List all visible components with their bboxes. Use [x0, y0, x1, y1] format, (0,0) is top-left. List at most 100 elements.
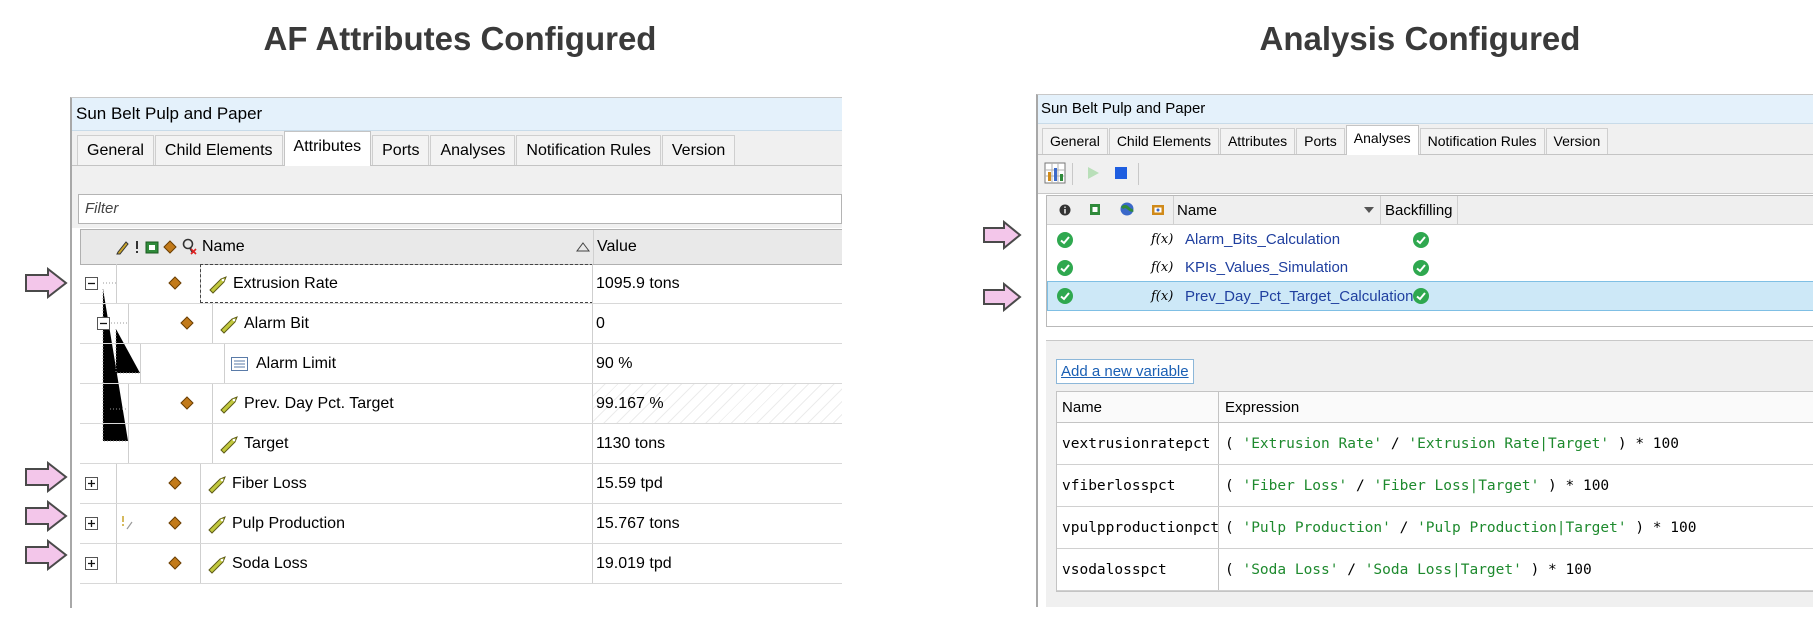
search-remove-icon — [182, 238, 197, 255]
start-button[interactable] — [1082, 162, 1104, 184]
variable-row[interactable]: vfiberlosspct ( 'Fiber Loss' / 'Fiber Lo… — [1057, 465, 1813, 507]
variable-row[interactable]: vpulpproductionpct ( 'Pulp Production' /… — [1057, 507, 1813, 549]
tab-analyses[interactable]: Analyses — [1345, 125, 1419, 155]
template-icon — [1152, 205, 1164, 215]
variables-table: Name Expression vextrusionratepct ( 'Ext… — [1056, 391, 1813, 592]
add-variable-link[interactable]: Add a new variable — [1056, 359, 1194, 384]
variable-name[interactable]: vfiberlosspct — [1062, 465, 1176, 506]
analysis-row[interactable]: f(x) KPIs_Values_Simulation — [1047, 253, 1813, 281]
var-name-header: Name — [1062, 398, 1103, 416]
attribute-row-soda-loss[interactable]: Soda Loss 19.019 tpd — [80, 544, 842, 584]
check-circle-icon — [1057, 288, 1073, 304]
fx-icon: f(x) — [1151, 231, 1174, 247]
attribute-name-cell[interactable]: Target — [212, 424, 288, 463]
variable-expression[interactable]: ( 'Pulp Production' / 'Pulp Production|T… — [1225, 507, 1696, 548]
attribute-name: Alarm Bit — [244, 314, 309, 332]
attribute-name: Target — [244, 434, 289, 452]
var-expression-header: Expression — [1225, 398, 1300, 416]
expr-operand: 'Fiber Loss|Target' — [1373, 477, 1540, 494]
collapse-icon[interactable] — [85, 277, 98, 290]
attribute-row-alarm-limit[interactable]: Alarm Limit 90 % — [80, 344, 842, 384]
attribute-name-cell[interactable]: Pulp Production — [200, 504, 345, 543]
expr-operand: 'Fiber Loss' — [1242, 477, 1348, 494]
attribute-name-cell[interactable]: Alarm Limit — [224, 344, 336, 383]
data-reference-icon — [1090, 204, 1100, 215]
variable-row[interactable]: vextrusionratepct ( 'Extrusion Rate' / '… — [1057, 423, 1813, 465]
tab-general[interactable]: General — [77, 135, 154, 165]
expr-open: ( — [1225, 435, 1243, 452]
attribute-value: 19.019 tpd — [596, 554, 672, 572]
variable-name[interactable]: vsodalosspct — [1062, 549, 1167, 590]
variable-name[interactable]: vextrusionratepct — [1062, 423, 1210, 464]
right-section-heading: Analysis Configured — [1259, 20, 1581, 57]
sort-ascending-icon[interactable] — [576, 241, 590, 253]
attribute-tag-icon — [208, 475, 226, 494]
attribute-row-fiber-loss[interactable]: Fiber Loss 15.59 tpd — [80, 464, 842, 504]
name-column-header[interactable]: Name — [202, 230, 245, 264]
tab-ports[interactable]: Ports — [372, 135, 430, 165]
analysis-row-selected[interactable]: f(x) Prev_Day_Pct_Target_Calculation — [1047, 281, 1813, 311]
attribute-tag-icon — [208, 515, 226, 534]
attribute-name-cell[interactable]: Alarm Bit — [212, 304, 309, 343]
variable-name[interactable]: vpulpproductionpct — [1062, 507, 1219, 548]
tab-notification-rules[interactable]: Notification Rules — [516, 135, 661, 165]
variables-pane: Add a new variable Name Expression vextr… — [1046, 340, 1813, 607]
variable-expression[interactable]: ( 'Extrusion Rate' / 'Extrusion Rate|Tar… — [1225, 423, 1679, 464]
attribute-tag-icon — [220, 435, 238, 454]
play-icon — [1088, 167, 1099, 179]
analysis-toolbar — [1038, 155, 1813, 194]
tab-notification-rules[interactable]: Notification Rules — [1419, 128, 1545, 154]
backfilling-column-header[interactable]: Backfilling — [1385, 196, 1453, 224]
expr-close: ) * 100 — [1539, 477, 1610, 494]
value-column-header[interactable]: Value — [597, 230, 637, 264]
expr-open: ( — [1225, 519, 1243, 536]
variable-expression[interactable]: ( 'Soda Loss' / 'Soda Loss|Target' ) * 1… — [1225, 549, 1592, 590]
expr-operand: 'Extrusion Rate' — [1242, 435, 1383, 452]
attribute-name-cell[interactable]: Prev. Day Pct. Target — [212, 384, 394, 423]
analysis-name[interactable]: KPIs_Values_Simulation — [1185, 253, 1348, 281]
attribute-row-alarm-bit[interactable]: Alarm Bit 0 — [80, 304, 842, 344]
filter-input[interactable]: Filter — [78, 194, 842, 224]
attribute-name-cell[interactable]: Extrusion Rate — [200, 264, 593, 303]
attribute-value: 99.167 % — [593, 384, 842, 423]
collapse-icon[interactable] — [97, 317, 110, 330]
dropdown-arrow-icon[interactable] — [1364, 207, 1374, 214]
attributes-grid: Name Value Extrusion Rate 1095.9 tons Al… — [80, 229, 842, 584]
attribute-name-cell[interactable]: Fiber Loss — [200, 464, 307, 503]
tab-attributes[interactable]: Attributes — [1219, 128, 1296, 154]
diamond-icon — [168, 516, 182, 530]
expr-open: ( — [1225, 477, 1243, 494]
variable-row[interactable]: vsodalosspct ( 'Soda Loss' / 'Soda Loss|… — [1057, 549, 1813, 591]
name-column-header[interactable]: Name — [1177, 196, 1217, 224]
expand-icon[interactable] — [85, 477, 98, 490]
analysis-name[interactable]: Alarm_Bits_Calculation — [1185, 225, 1340, 253]
configure-analysis-button[interactable] — [1044, 162, 1066, 184]
tab-version[interactable]: Version — [661, 135, 736, 165]
tab-ports[interactable]: Ports — [1296, 128, 1345, 154]
table-lookup-icon — [231, 356, 248, 371]
expand-icon[interactable] — [85, 557, 98, 570]
attribute-row-target[interactable]: Target 1130 tons — [80, 424, 842, 464]
analysis-row[interactable]: f(x) Alarm_Bits_Calculation — [1047, 225, 1813, 253]
fx-icon: f(x) — [1151, 288, 1174, 304]
grid-header: Name Value — [80, 229, 842, 265]
expand-icon[interactable] — [85, 517, 98, 530]
tab-version[interactable]: Version — [1545, 128, 1609, 154]
tab-child-elements[interactable]: Child Elements — [154, 135, 283, 165]
expr-close: ) * 100 — [1626, 519, 1697, 536]
variable-expression[interactable]: ( 'Fiber Loss' / 'Fiber Loss|Target' ) *… — [1225, 465, 1609, 506]
backfill-check-icon — [1413, 232, 1429, 248]
stop-button[interactable] — [1110, 162, 1132, 184]
row-pointer-arrow — [25, 539, 68, 571]
excluded-flag-icon — [122, 516, 133, 530]
tab-attributes[interactable]: Attributes — [283, 131, 372, 166]
attribute-row-extrusion-rate[interactable]: Extrusion Rate 1095.9 tons — [80, 264, 842, 304]
analysis-name[interactable]: Prev_Day_Pct_Target_Calculation — [1185, 282, 1413, 310]
attribute-name-cell[interactable]: Soda Loss — [200, 544, 308, 583]
attribute-row-pulp-production[interactable]: Pulp Production 15.767 tons — [80, 504, 842, 544]
tab-analyses[interactable]: Analyses — [430, 135, 516, 165]
attribute-value: 1095.9 tons — [596, 274, 680, 292]
tab-general[interactable]: General — [1042, 128, 1108, 154]
tab-child-elements[interactable]: Child Elements — [1108, 128, 1219, 154]
attribute-row-prev-day-pct-target[interactable]: Prev. Day Pct. Target 99.167 % — [80, 384, 842, 424]
